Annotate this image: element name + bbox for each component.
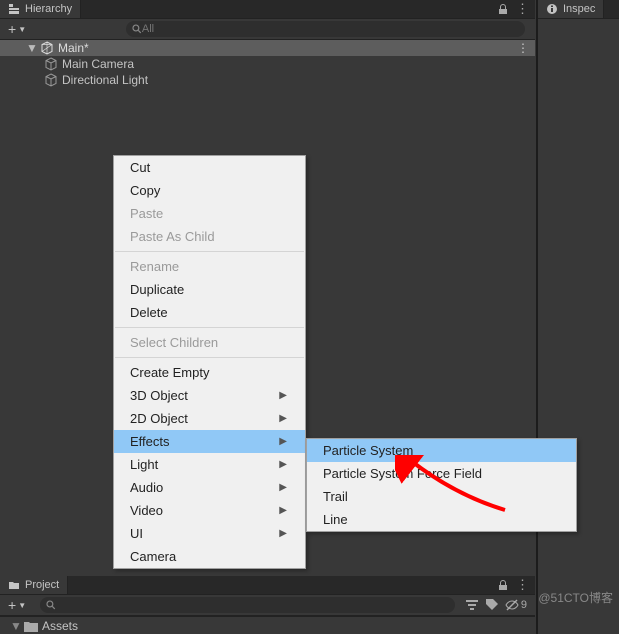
- hidden-toggle[interactable]: 9: [505, 598, 527, 612]
- panel-menu-icon[interactable]: ⋮: [516, 1, 529, 17]
- inspector-tab[interactable]: Inspec: [538, 0, 604, 18]
- menu-item-create-empty[interactable]: Create Empty: [114, 361, 305, 384]
- add-button[interactable]: + ▼: [4, 21, 30, 37]
- submenu-item-trail[interactable]: Trail: [307, 485, 576, 508]
- project-toolbar: + ▼ 9: [0, 595, 535, 616]
- inspector-tab-label: Inspec: [563, 3, 595, 15]
- menu-item-copy[interactable]: Copy: [114, 179, 305, 202]
- project-tab-bar: Project ⋮: [0, 576, 535, 595]
- search-icon: [46, 600, 56, 610]
- menu-item-2d-object[interactable]: 2D Object▶: [114, 407, 305, 430]
- assets-row[interactable]: ▼ Assets: [0, 616, 535, 634]
- submenu-arrow-icon: ▶: [279, 505, 287, 516]
- label-icon[interactable]: [485, 598, 499, 612]
- submenu-item-particle-force-field[interactable]: Particle System Force Field: [307, 462, 576, 485]
- info-icon: [546, 3, 558, 15]
- menu-item-camera[interactable]: Camera: [114, 545, 305, 568]
- folder-icon: [24, 620, 38, 632]
- add-button[interactable]: + ▼: [4, 597, 30, 613]
- gameobject-name: Directional Light: [62, 73, 148, 87]
- filter-icon[interactable]: [465, 598, 479, 612]
- menu-item-duplicate[interactable]: Duplicate: [114, 278, 305, 301]
- submenu-arrow-icon: ▶: [279, 528, 287, 539]
- menu-item-3d-object[interactable]: 3D Object▶: [114, 384, 305, 407]
- gameobject-row[interactable]: Directional Light: [0, 72, 535, 88]
- assets-label: Assets: [42, 619, 78, 633]
- folder-icon: [8, 579, 20, 591]
- lock-icon[interactable]: [498, 580, 508, 590]
- gameobject-row[interactable]: Main Camera: [0, 56, 535, 72]
- hierarchy-search[interactable]: [126, 21, 525, 37]
- submenu-item-particle-system[interactable]: Particle System: [307, 439, 576, 462]
- unity-icon: [40, 41, 54, 55]
- hierarchy-tab[interactable]: Hierarchy: [0, 0, 81, 18]
- dropdown-icon: ▼: [18, 25, 26, 34]
- menu-item-paste-as-child: Paste As Child: [114, 225, 305, 248]
- menu-item-audio[interactable]: Audio▶: [114, 476, 305, 499]
- hierarchy-tab-bar: Hierarchy ⋮: [0, 0, 535, 19]
- context-submenu-effects: Particle System Particle System Force Fi…: [306, 438, 577, 532]
- submenu-item-line[interactable]: Line: [307, 508, 576, 531]
- project-tab-label: Project: [25, 579, 59, 591]
- menu-item-paste: Paste: [114, 202, 305, 225]
- watermark: @51CTO博客: [538, 589, 613, 606]
- eye-off-icon: [505, 598, 519, 612]
- gameobject-name: Main Camera: [62, 57, 134, 71]
- scene-row[interactable]: ▼ Main* ⋮: [0, 40, 535, 56]
- menu-item-cut[interactable]: Cut: [114, 156, 305, 179]
- hierarchy-toolbar: + ▼: [0, 19, 535, 40]
- submenu-arrow-icon: ▶: [279, 413, 287, 424]
- submenu-arrow-icon: ▶: [279, 459, 287, 470]
- project-panel: Project ⋮ + ▼ 9: [0, 576, 535, 634]
- plus-icon: +: [8, 21, 16, 37]
- project-search[interactable]: [40, 597, 455, 613]
- hierarchy-icon: [8, 3, 20, 15]
- lock-icon[interactable]: [498, 4, 508, 14]
- menu-item-ui[interactable]: UI▶: [114, 522, 305, 545]
- menu-separator: [115, 251, 304, 252]
- menu-separator: [115, 357, 304, 358]
- submenu-arrow-icon: ▶: [279, 390, 287, 401]
- inspector-panel: Inspec: [536, 0, 619, 634]
- menu-item-light[interactable]: Light▶: [114, 453, 305, 476]
- context-menu: Cut Copy Paste Paste As Child Rename Dup…: [113, 155, 306, 569]
- hidden-count: 9: [521, 599, 527, 611]
- menu-item-delete[interactable]: Delete: [114, 301, 305, 324]
- foldout-icon[interactable]: ▼: [10, 619, 20, 633]
- gameobject-icon: [44, 73, 58, 87]
- menu-item-effects[interactable]: Effects▶: [114, 430, 305, 453]
- hierarchy-tab-label: Hierarchy: [25, 3, 72, 15]
- submenu-arrow-icon: ▶: [279, 482, 287, 493]
- plus-icon: +: [8, 597, 16, 613]
- scene-menu-icon[interactable]: ⋮: [517, 41, 529, 55]
- gameobject-icon: [44, 57, 58, 71]
- menu-item-select-children: Select Children: [114, 331, 305, 354]
- submenu-arrow-icon: ▶: [279, 436, 287, 447]
- project-tab[interactable]: Project: [0, 576, 68, 594]
- search-icon: [132, 24, 142, 34]
- foldout-icon[interactable]: ▼: [26, 41, 36, 55]
- scene-name: Main*: [58, 41, 89, 55]
- menu-separator: [115, 327, 304, 328]
- search-input[interactable]: [56, 599, 449, 611]
- search-input[interactable]: [142, 23, 519, 35]
- menu-item-rename: Rename: [114, 255, 305, 278]
- panel-menu-icon[interactable]: ⋮: [516, 577, 529, 593]
- menu-item-video[interactable]: Video▶: [114, 499, 305, 522]
- dropdown-icon: ▼: [18, 601, 26, 610]
